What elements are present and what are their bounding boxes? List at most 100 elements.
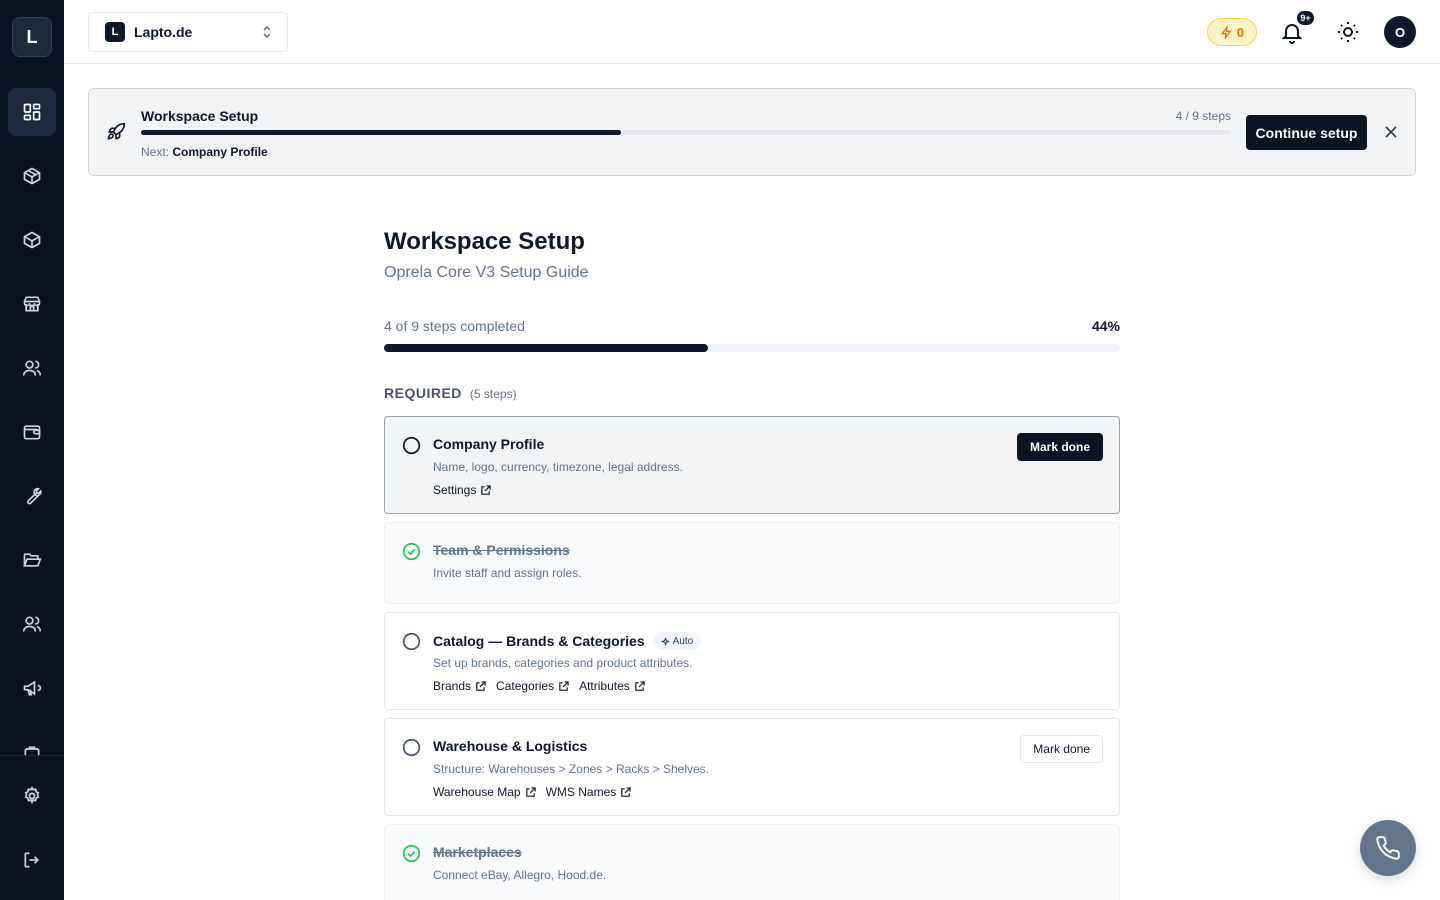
circle-icon[interactable] — [402, 436, 421, 455]
page-title: Workspace Setup — [384, 228, 585, 255]
section-step-count: (5 steps) — [469, 387, 517, 401]
notification-count-badge: 9+ — [1296, 10, 1315, 26]
wallet-icon — [23, 425, 41, 440]
phone-icon — [1376, 836, 1400, 860]
workspace-name: Lapto.de — [134, 24, 193, 40]
dashboard-icon — [23, 103, 41, 121]
step-link-brands[interactable]: Brands — [433, 679, 486, 693]
sidebar-divider — [0, 755, 64, 756]
step-team-permissions[interactable]: Team & Permissions Invite staff and assi… — [384, 522, 1120, 604]
step-link-attributes[interactable]: Attributes — [579, 679, 645, 693]
step-title: Warehouse & Logistics — [433, 738, 588, 754]
banner-progress-track — [141, 130, 1231, 135]
step-warehouse-logistics[interactable]: Warehouse & Logistics Structure: Warehou… — [384, 718, 1120, 816]
step-link-warehouse-map[interactable]: Warehouse Map — [433, 785, 536, 799]
app-logo[interactable]: L — [12, 17, 52, 57]
package-icon — [23, 167, 41, 185]
external-link-icon — [621, 786, 631, 797]
section-title: REQUIRED — [384, 385, 462, 401]
step-link-label: Brands — [433, 679, 472, 693]
logout-icon — [24, 852, 40, 868]
step-title-text: Catalog — Brands & Categories — [433, 633, 645, 649]
lightning-icon — [1220, 25, 1232, 39]
sidebar-item-tools[interactable] — [8, 472, 56, 520]
sidebar-item-products[interactable] — [8, 152, 56, 200]
sparkle-icon — [661, 637, 669, 645]
external-link-icon — [635, 680, 645, 691]
wrench-icon — [27, 487, 42, 505]
step-link-label: Settings — [433, 483, 477, 497]
progress-count: 4 of 9 steps completed — [384, 318, 525, 334]
sidebar-item-dashboard[interactable] — [8, 88, 56, 136]
sidebar-item-files[interactable] — [8, 536, 56, 584]
check-circle-icon[interactable] — [402, 542, 421, 561]
step-link-label: Categories — [496, 679, 555, 693]
step-link-label: Attributes — [579, 679, 630, 693]
external-link-icon — [481, 484, 492, 495]
auto-badge-label: Auto — [672, 635, 694, 647]
sun-icon[interactable] — [1336, 20, 1360, 44]
external-link-icon — [476, 680, 486, 691]
workspace-select[interactable]: L Lapto.de — [88, 12, 288, 52]
team-icon — [22, 616, 42, 632]
banner-next-value: Company Profile — [172, 145, 268, 159]
step-link-settings[interactable]: Settings — [433, 483, 492, 497]
sidebar-item-team[interactable] — [8, 600, 56, 648]
sidebar: L — [0, 0, 64, 900]
bag-icon — [24, 746, 40, 755]
sidebar-item-customers[interactable] — [8, 344, 56, 392]
external-link-icon — [525, 786, 536, 797]
sidebar-item-logout[interactable] — [8, 836, 56, 884]
step-description: Structure: Warehouses > Zones > Racks > … — [433, 762, 710, 776]
page-subtitle: Oprela Core V3 Setup Guide — [384, 264, 589, 281]
step-link-categories[interactable]: Categories — [496, 679, 569, 693]
progress-summary: 4 of 9 steps completed 44% — [384, 318, 1120, 334]
step-links: Brands Categories Attributes — [433, 679, 645, 693]
continue-setup-button[interactable]: Continue setup — [1246, 115, 1367, 150]
sidebar-item-marketing[interactable] — [8, 664, 56, 712]
progress-percent: 44% — [1091, 318, 1120, 334]
circle-icon[interactable] — [402, 738, 421, 757]
folder-open-icon — [23, 553, 42, 567]
banner-title: Workspace Setup — [141, 108, 259, 124]
mark-done-button[interactable]: Mark done — [1016, 433, 1103, 461]
step-company-profile[interactable]: Company Profile Name, logo, currency, ti… — [384, 416, 1120, 514]
mark-done-button[interactable]: Mark done — [1020, 735, 1103, 763]
step-description: Set up brands, categories and product at… — [433, 656, 693, 670]
close-icon[interactable] — [1384, 125, 1398, 139]
step-catalog[interactable]: Catalog — Brands & Categories Auto Set u… — [384, 612, 1120, 710]
rocket-icon — [107, 122, 126, 140]
sidebar-item-inventory[interactable] — [8, 216, 56, 264]
progress-fill — [384, 344, 708, 352]
step-link-label: WMS Names — [545, 785, 617, 799]
step-title: Company Profile — [433, 436, 545, 452]
step-link-label: Warehouse Map — [433, 785, 521, 799]
top-bar: L Lapto.de 0 9+ O — [64, 0, 1440, 64]
step-description: Invite staff and assign roles. — [433, 566, 582, 580]
step-description: Name, logo, currency, timezone, legal ad… — [433, 460, 683, 474]
credits-count: 0 — [1236, 24, 1245, 40]
external-link-icon — [559, 680, 569, 691]
step-link-wms-names[interactable]: WMS Names — [546, 785, 632, 799]
check-circle-icon[interactable] — [402, 844, 421, 863]
credits-badge[interactable]: 0 — [1207, 18, 1257, 46]
sidebar-item-settings[interactable] — [8, 772, 56, 820]
sidebar-item-store[interactable] — [8, 280, 56, 328]
auto-badge: Auto — [652, 632, 702, 650]
box-icon — [23, 231, 41, 249]
call-support-button[interactable] — [1360, 820, 1416, 876]
step-marketplaces[interactable]: Marketplaces Connect eBay, Allegro, Hood… — [384, 824, 1120, 900]
setup-banner: Workspace Setup 4 / 9 steps Next: Compan… — [88, 88, 1416, 176]
step-links: Settings — [433, 483, 492, 497]
workspace-badge: L — [105, 22, 125, 42]
step-title: Team & Permissions — [433, 542, 570, 558]
users-icon — [22, 360, 42, 376]
circle-icon[interactable] — [402, 632, 421, 651]
step-links: Warehouse Map WMS Names — [433, 785, 631, 799]
banner-step-count: 4 / 9 steps — [1175, 109, 1231, 123]
sidebar-item-finance[interactable] — [8, 408, 56, 456]
sidebar-overflow-item — [0, 740, 64, 755]
step-title: Catalog — Brands & Categories Auto — [433, 632, 702, 650]
avatar[interactable]: O — [1384, 16, 1416, 48]
chevron-up-down-icon — [263, 25, 271, 39]
